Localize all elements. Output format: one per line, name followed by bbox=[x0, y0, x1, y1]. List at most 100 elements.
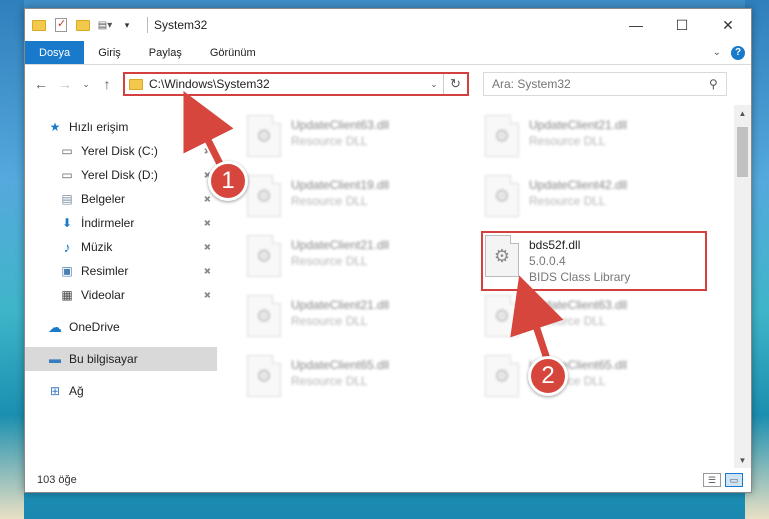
sidebar-item-downloads[interactable]: ⬇ İndirmeler ✚ bbox=[25, 211, 217, 235]
sidebar-item-label: Bu bilgisayar bbox=[69, 352, 138, 366]
tab-file[interactable]: Dosya bbox=[25, 41, 85, 64]
refresh-button[interactable]: ↻ bbox=[443, 74, 467, 94]
file-item[interactable]: ⚙ UpdateClient42.dll Resource DLL bbox=[485, 175, 705, 227]
sidebar-item-quick-access[interactable]: ★ Hızlı erişim bbox=[25, 115, 217, 139]
address-dropdown-icon[interactable]: ⌄ bbox=[425, 79, 443, 90]
documents-icon: ▤ bbox=[61, 192, 73, 206]
maximize-button[interactable]: ☐ bbox=[659, 9, 705, 41]
file-name: UpdateClient21.dll bbox=[291, 298, 390, 312]
window-title: System32 bbox=[154, 18, 208, 32]
dll-file-icon: ⚙ bbox=[485, 175, 519, 217]
dll-file-icon: ⚙ bbox=[485, 295, 519, 337]
back-button[interactable]: ← bbox=[31, 72, 51, 96]
file-name: UpdateClient19.dll bbox=[291, 178, 390, 192]
search-icon[interactable]: ⚲ bbox=[709, 77, 718, 91]
desktop-background-left bbox=[0, 0, 24, 519]
tab-view[interactable]: Görünüm bbox=[196, 41, 270, 64]
dll-file-icon: ⚙ bbox=[485, 115, 519, 157]
forward-button[interactable]: → bbox=[55, 72, 75, 96]
file-item[interactable]: ⚙ UpdateClient65.dllResource DLL bbox=[485, 355, 705, 407]
cloud-icon: ☁ bbox=[48, 318, 62, 335]
file-item[interactable]: ⚙ UpdateClient63.dll Resource DLL bbox=[247, 115, 467, 167]
sidebar-item-this-pc[interactable]: ▬ Bu bilgisayar bbox=[25, 347, 217, 371]
pin-icon[interactable]: ✚ bbox=[201, 240, 213, 253]
sidebar-item-local-disk-c[interactable]: ▭ Yerel Disk (C:) ✚ bbox=[25, 139, 217, 163]
scroll-up-icon[interactable]: ▲ bbox=[734, 105, 751, 121]
sidebar-item-label: Belgeler bbox=[81, 192, 126, 206]
file-description: Resource DLL bbox=[529, 314, 606, 328]
pin-icon[interactable]: ✚ bbox=[201, 216, 213, 229]
file-description: Resource DLL bbox=[291, 314, 368, 328]
customize-toolbar-icon[interactable]: ▤▾ bbox=[97, 17, 113, 33]
file-item[interactable]: ⚙ UpdateClient63.dll Resource DLL bbox=[485, 295, 705, 347]
file-name: UpdateClient63.dll bbox=[291, 118, 390, 132]
file-name: UpdateClient42.dll bbox=[529, 178, 628, 192]
sidebar-item-music[interactable]: ♪ Müzik ✚ bbox=[25, 235, 217, 259]
tab-home[interactable]: Giriş bbox=[84, 41, 135, 64]
scrollbar-thumb[interactable] bbox=[737, 127, 748, 177]
sidebar-item-local-disk-d[interactable]: ▭ Yerel Disk (D:) ✚ bbox=[25, 163, 217, 187]
file-item[interactable]: ⚙ UpdateClient21.dll Resource DLL bbox=[247, 295, 467, 347]
details-view-icon[interactable]: ☰ bbox=[703, 473, 721, 487]
tab-share[interactable]: Paylaş bbox=[135, 41, 196, 64]
file-item[interactable]: ⚙ UpdateClient19.dll Resource DLL bbox=[247, 175, 467, 227]
window-controls: — ☐ ✕ bbox=[613, 9, 751, 41]
sidebar-item-network[interactable]: ⊞ Ağ bbox=[25, 379, 217, 403]
pin-icon[interactable]: ✚ bbox=[201, 192, 213, 205]
search-box[interactable]: ⚲ bbox=[483, 72, 727, 96]
file-description: Resource DLL bbox=[291, 194, 368, 208]
title-bar: ▤▾ ▾ System32 — ☐ ✕ bbox=[25, 9, 751, 41]
file-description: Resource DLL bbox=[291, 254, 368, 268]
minimize-button[interactable]: — bbox=[613, 9, 659, 41]
address-path[interactable]: C:\Windows\System32 bbox=[149, 77, 425, 91]
dll-file-icon: ⚙ bbox=[247, 235, 281, 277]
recent-locations-button[interactable]: ⌄ bbox=[79, 72, 93, 96]
callout-badge-1: 1 bbox=[208, 161, 248, 201]
file-item[interactable]: ⚙ UpdateClient21.dll Resource DLL bbox=[247, 235, 467, 287]
toolbar-dropdown-icon[interactable]: ▾ bbox=[119, 17, 135, 33]
sidebar-item-label: Yerel Disk (D:) bbox=[81, 168, 158, 182]
pin-icon[interactable]: ✚ bbox=[201, 288, 213, 301]
ribbon-right: ⌄ ? bbox=[713, 41, 751, 64]
expand-ribbon-icon[interactable]: ⌄ bbox=[713, 47, 721, 58]
star-icon: ★ bbox=[49, 120, 61, 134]
sidebar-item-label: Ağ bbox=[69, 384, 84, 398]
file-item[interactable]: ⚙ UpdateClient65.dll Resource DLL bbox=[247, 355, 467, 407]
file-name: UpdateClient21.dll bbox=[529, 118, 628, 132]
sidebar-item-videos[interactable]: ▦ Videolar ✚ bbox=[25, 283, 217, 307]
pin-icon[interactable]: ✚ bbox=[201, 264, 213, 277]
file-highlight-box bbox=[481, 231, 707, 291]
large-icons-view-icon[interactable]: ▭ bbox=[725, 473, 743, 487]
file-name: UpdateClient21.dll bbox=[291, 238, 390, 252]
search-input[interactable] bbox=[492, 77, 710, 91]
title-separator bbox=[147, 17, 148, 33]
sidebar-item-label: Hızlı erişim bbox=[69, 120, 129, 134]
pin-icon[interactable]: ✚ bbox=[201, 144, 213, 157]
folder-icon bbox=[129, 78, 143, 90]
new-folder-icon[interactable] bbox=[75, 17, 91, 33]
folder-icon bbox=[31, 17, 47, 33]
properties-icon[interactable] bbox=[53, 17, 69, 33]
sidebar-item-onedrive[interactable]: ☁ OneDrive bbox=[25, 315, 217, 339]
file-explorer-window: ▤▾ ▾ System32 — ☐ ✕ Dosya Giriş Paylaş G… bbox=[24, 8, 752, 493]
help-icon[interactable]: ? bbox=[731, 45, 745, 60]
up-button[interactable]: ↑ bbox=[97, 72, 117, 96]
file-list: ⚙ UpdateClient63.dll Resource DLL ⚙ Updat… bbox=[217, 105, 751, 468]
vertical-scrollbar[interactable]: ▲ ▼ bbox=[734, 105, 751, 468]
address-bar[interactable]: C:\Windows\System32 ⌄ ↻ bbox=[123, 72, 469, 96]
navigation-bar: ← → ⌄ ↑ C:\Windows\System32 ⌄ ↻ ⚲ bbox=[25, 65, 751, 103]
close-button[interactable]: ✕ bbox=[705, 9, 751, 41]
sidebar-item-pictures[interactable]: ▣ Resimler ✚ bbox=[25, 259, 217, 283]
file-description: Resource DLL bbox=[291, 374, 368, 388]
drive-icon: ▭ bbox=[61, 144, 73, 158]
file-description: Resource DLL bbox=[529, 134, 606, 148]
file-name: UpdateClient65.dll bbox=[291, 358, 390, 372]
music-icon: ♪ bbox=[63, 239, 71, 255]
file-item[interactable]: ⚙ UpdateClient21.dll Resource DLL bbox=[485, 115, 705, 167]
pictures-icon: ▣ bbox=[61, 264, 73, 278]
dll-file-icon: ⚙ bbox=[247, 355, 281, 397]
scroll-down-icon[interactable]: ▼ bbox=[734, 452, 751, 468]
sidebar-item-documents[interactable]: ▤ Belgeler ✚ bbox=[25, 187, 217, 211]
file-description: Resource DLL bbox=[291, 134, 368, 148]
